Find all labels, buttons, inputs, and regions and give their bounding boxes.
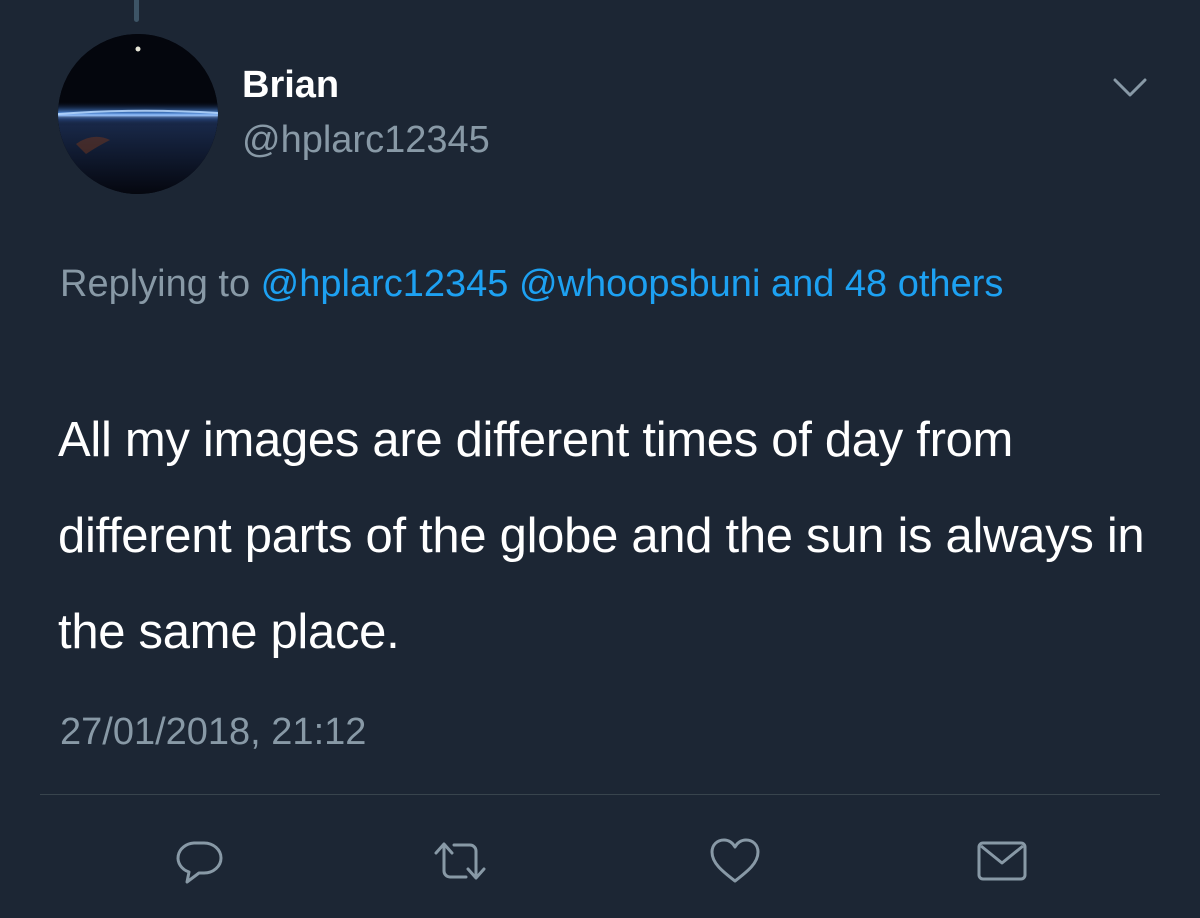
direct-message-icon [977, 841, 1027, 881]
like-icon [710, 838, 760, 883]
divider [40, 794, 1160, 795]
mention-link-hplarc12345[interactable]: @hplarc12345 [261, 263, 509, 305]
earth-horizon-avatar-icon [58, 34, 218, 194]
reply-context: Replying to @hplarc12345 @whoopsbuni and… [60, 252, 1150, 317]
mention-link-whoopsbuni[interactable]: @whoopsbuni [519, 263, 760, 305]
like-button[interactable] [700, 826, 770, 896]
tweet-timestamp: 27/01/2018, 21:12 [60, 711, 367, 753]
reply-button[interactable] [164, 826, 234, 896]
reply-icon [176, 841, 223, 884]
others-link[interactable]: and 48 others [771, 263, 1003, 305]
retweet-button[interactable] [425, 826, 495, 896]
direct-message-button[interactable] [967, 826, 1037, 896]
avatar[interactable] [58, 34, 218, 194]
thread-connector-line [134, 0, 139, 22]
author-handle[interactable]: @hplarc12345 [242, 117, 490, 163]
retweet-icon [434, 842, 486, 880]
author-display-name[interactable]: Brian [242, 62, 339, 108]
reply-context-prefix: Replying to [60, 263, 261, 305]
chevron-down-icon[interactable] [1108, 70, 1152, 104]
tweet-text: All my images are different times of day… [58, 413, 1145, 659]
